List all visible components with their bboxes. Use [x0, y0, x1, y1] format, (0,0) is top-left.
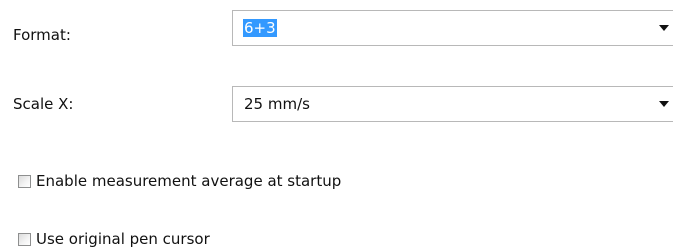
format-select[interactable]: 6+3 — [232, 10, 673, 46]
measurement-average-option[interactable]: Enable measurement average at startup — [18, 171, 341, 191]
pen-cursor-option[interactable]: Use original pen cursor — [18, 229, 210, 249]
scale-x-select[interactable]: 25 mm/s — [232, 86, 673, 122]
pen-cursor-checkbox[interactable] — [18, 232, 31, 246]
scale-x-select-value: 25 mm/s — [244, 95, 310, 113]
format-label: Format: — [13, 26, 71, 44]
dropdown-arrow-icon[interactable] — [659, 25, 669, 31]
measurement-average-label[interactable]: Enable measurement average at startup — [36, 172, 341, 190]
dropdown-arrow-icon[interactable] — [659, 101, 669, 107]
pen-cursor-label[interactable]: Use original pen cursor — [36, 230, 210, 248]
measurement-average-checkbox[interactable] — [18, 174, 31, 188]
scale-x-label: Scale X: — [13, 95, 74, 113]
format-select-value: 6+3 — [243, 19, 277, 37]
